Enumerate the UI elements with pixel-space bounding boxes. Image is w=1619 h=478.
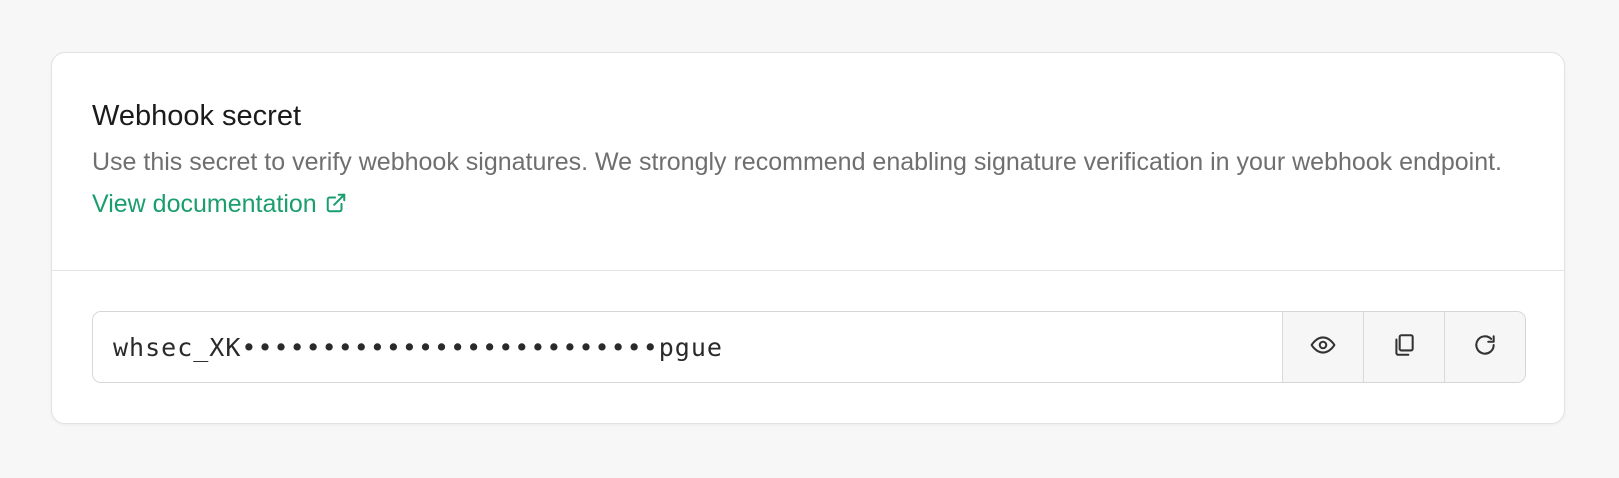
view-documentation-label: View documentation bbox=[92, 190, 317, 218]
section-title: Webhook secret bbox=[92, 100, 302, 132]
external-link-icon bbox=[325, 185, 347, 213]
card-header: Webhook secret Use this secret to verify… bbox=[52, 53, 1564, 271]
webhook-secret-card: Webhook secret Use this secret to verify… bbox=[51, 52, 1565, 424]
description-text: Use this secret to verify webhook signat… bbox=[92, 148, 1502, 176]
refresh-icon bbox=[1472, 332, 1498, 363]
section-description: Use this secret to verify webhook signat… bbox=[92, 141, 1512, 225]
eye-icon bbox=[1310, 332, 1336, 363]
copy-icon bbox=[1391, 332, 1417, 363]
reveal-secret-button[interactable] bbox=[1282, 312, 1363, 382]
view-documentation-link[interactable]: View documentation bbox=[92, 190, 347, 218]
secret-value-field[interactable]: whsec_XK••••••••••••••••••••••••••pgue bbox=[93, 312, 1282, 382]
secret-input-group: whsec_XK••••••••••••••••••••••••••pgue bbox=[92, 311, 1526, 383]
card-body: whsec_XK••••••••••••••••••••••••••pgue bbox=[52, 271, 1564, 383]
copy-secret-button[interactable] bbox=[1363, 312, 1444, 382]
regenerate-secret-button[interactable] bbox=[1444, 312, 1525, 382]
